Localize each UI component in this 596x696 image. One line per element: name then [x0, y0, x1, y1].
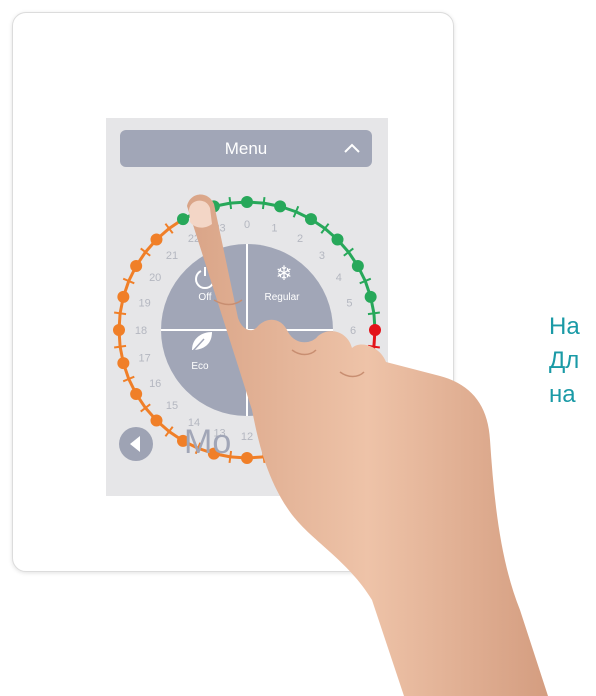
pointing-hand-image — [187, 194, 548, 696]
hand-shape — [187, 194, 548, 696]
